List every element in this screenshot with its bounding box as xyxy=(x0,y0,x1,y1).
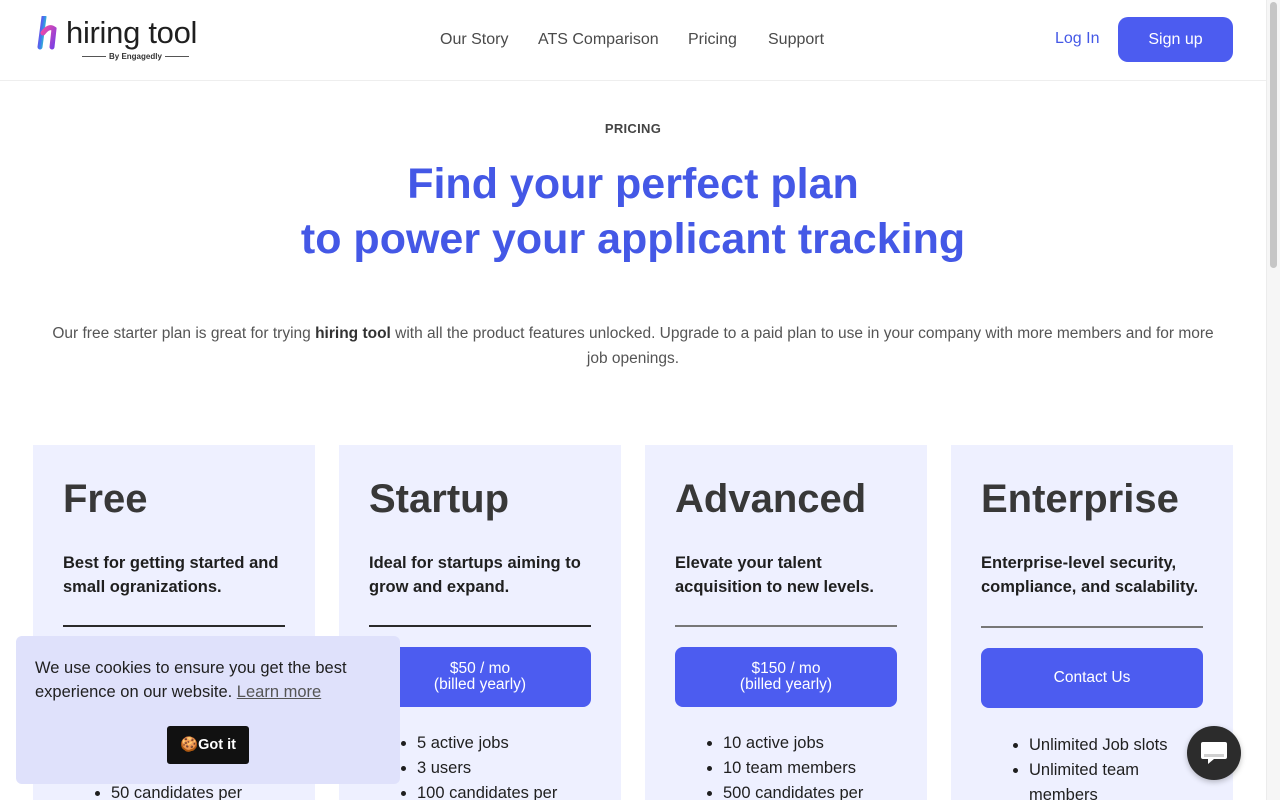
plan-description: Best for getting started and small ogran… xyxy=(63,554,279,596)
cookie-message: We use cookies to ensure you get the bes… xyxy=(35,656,375,704)
plan-name: Startup xyxy=(369,477,509,521)
plan-feature: 10 active jobs xyxy=(723,731,863,756)
page-scrollbar[interactable] xyxy=(1266,0,1280,800)
page-title: Find your perfect plan to power your app… xyxy=(0,157,1266,267)
plan-name: Free xyxy=(63,477,148,521)
chat-widget-button[interactable] xyxy=(1187,726,1241,780)
nav-our-story[interactable]: Our Story xyxy=(440,31,508,49)
cookie-banner: We use cookies to ensure you get the bes… xyxy=(16,636,400,784)
plan-price-button[interactable]: $150 / mo (billed yearly) xyxy=(675,647,897,707)
plan-divider xyxy=(369,625,591,627)
plan-divider xyxy=(981,626,1203,628)
plan-divider xyxy=(63,625,285,627)
intro-post: with all the product features unlocked. … xyxy=(390,325,1214,367)
got-it-label: Got it xyxy=(198,737,236,753)
plan-features: Unlimited Job slots Unlimited team membe… xyxy=(999,733,1199,800)
plan-feature: 100 candidates per xyxy=(417,781,557,800)
plan-feature: Unlimited Job slots xyxy=(1029,733,1199,758)
nav-ats-comparison[interactable]: ATS Comparison xyxy=(538,31,659,49)
cookie-icon: 🍪 xyxy=(180,737,199,753)
learn-more-link[interactable]: Learn more xyxy=(237,683,321,701)
plan-features: 10 active jobs 10 team members 500 candi… xyxy=(693,731,863,800)
nav-support[interactable]: Support xyxy=(768,31,824,49)
intro-brand: hiring tool xyxy=(315,325,391,342)
chat-bubble-icon xyxy=(1201,742,1227,764)
plan-card-advanced: Advanced Elevate your talent acquisition… xyxy=(645,445,927,800)
plan-feature: 500 candidates per xyxy=(723,781,863,800)
plan-feature: 3 users xyxy=(417,756,557,781)
got-it-button[interactable]: 🍪Got it xyxy=(167,726,249,764)
intro-text: Our free starter plan is great for tryin… xyxy=(40,321,1226,371)
plan-feature: Unlimited team members xyxy=(1029,758,1199,800)
plan-feature: 10 team members xyxy=(723,756,863,781)
plan-price-button[interactable]: $50 / mo (billed yearly) xyxy=(369,647,591,707)
intro-pre: Our free starter plan is great for tryin… xyxy=(52,325,316,342)
plan-description: Ideal for startups aiming to grow and ex… xyxy=(369,554,581,596)
plan-feature: 5 active jobs xyxy=(417,731,557,756)
contact-us-button[interactable]: Contact Us xyxy=(981,648,1203,708)
plan-features: 5 active jobs 3 users 100 candidates per xyxy=(387,731,557,800)
plan-billing: (billed yearly) xyxy=(433,676,527,693)
page: hiring tool By Engagedly Our Story ATS C… xyxy=(0,0,1266,800)
plan-cta: Contact Us xyxy=(1053,669,1131,686)
plan-description: Enterprise-level security, compliance, a… xyxy=(981,554,1199,596)
signup-button[interactable]: Sign up xyxy=(1118,17,1233,62)
plan-description: Elevate your talent acquisition to new l… xyxy=(675,554,874,596)
plan-price: $50 / mo xyxy=(449,660,511,677)
headline-line-1: Find your perfect plan xyxy=(407,160,859,208)
plan-billing: (billed yearly) xyxy=(739,676,833,693)
nav-pricing[interactable]: Pricing xyxy=(688,31,737,49)
scrollbar-thumb[interactable] xyxy=(1270,2,1277,268)
plan-price: $150 / mo xyxy=(751,660,821,677)
logo-subtitle: By Engagedly xyxy=(79,52,192,61)
plan-name: Advanced xyxy=(675,477,867,521)
plan-divider xyxy=(675,625,897,627)
plan-name: Enterprise xyxy=(981,477,1179,521)
section-eyebrow: PRICING xyxy=(604,121,662,136)
headline-line-2: to power your applicant tracking xyxy=(300,215,966,263)
site-header: hiring tool By Engagedly Our Story ATS C… xyxy=(0,0,1266,81)
login-link[interactable]: Log In xyxy=(1055,30,1099,48)
